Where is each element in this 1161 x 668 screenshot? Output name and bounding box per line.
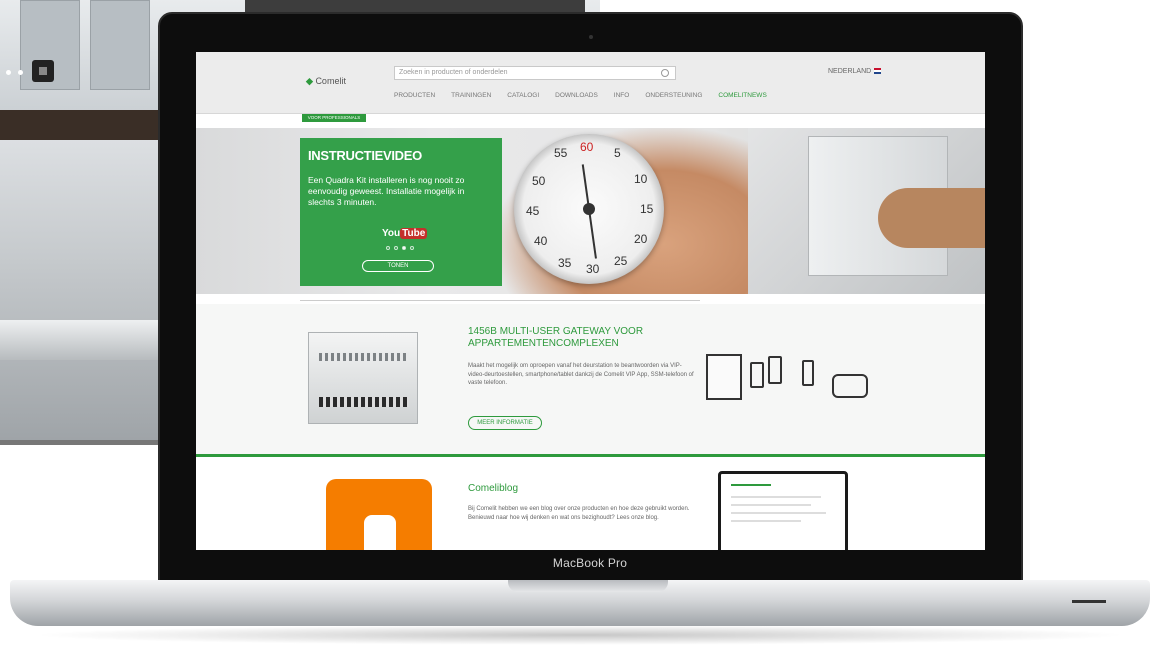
- blogger-glyph: [364, 515, 396, 550]
- stopwatch-image: 55 60 5 50 10 45 15 40 20 35 30 25: [514, 134, 664, 284]
- blog-screenshot-line: [731, 520, 801, 522]
- stopwatch-number: 10: [634, 172, 648, 186]
- hero-title: INSTRUCTIEVIDEO: [308, 148, 422, 163]
- gateway-product-image: [308, 332, 418, 424]
- thumb-photo: [878, 188, 985, 248]
- product-title: 1456B MULTI-USER GATEWAY VOOR APPARTEMEN…: [468, 326, 644, 349]
- blog-screenshot-line: [731, 484, 771, 486]
- stopwatch-number: 20: [634, 232, 648, 246]
- nav-item-info[interactable]: INFO: [614, 92, 630, 99]
- gateway-connectors: [319, 397, 409, 407]
- hero-text: Een Quadra Kit installeren is nog nooit …: [308, 175, 465, 207]
- intercom-photo: [748, 128, 985, 294]
- stopwatch-number: 5: [614, 146, 621, 160]
- youtube-tube-text: Tube: [400, 228, 428, 239]
- professionals-tab[interactable]: VOOR PROFESSIONALS: [302, 114, 366, 122]
- search-placeholder: Zoeken in producten of onderdelen: [399, 69, 508, 76]
- stopwatch-number: 60: [580, 140, 594, 154]
- carousel-dot-active[interactable]: [402, 246, 406, 250]
- tablet-icon: [750, 362, 764, 388]
- smartphone-icon: [768, 356, 782, 384]
- device-slot: [0, 320, 170, 360]
- product-showcase: MacBook Pro ◆ Comelit Zoeken in producte…: [0, 0, 1161, 668]
- nav-item-downloads[interactable]: DOWNLOADS: [555, 92, 598, 99]
- flag-icon: [874, 68, 882, 75]
- divider: [300, 300, 700, 301]
- nav-item-catalogi[interactable]: CATALOGI: [507, 92, 539, 99]
- nav-item-comelitnews[interactable]: COMELITNEWS: [718, 92, 766, 99]
- main-nav: PRODUCTEN TRAININGEN CATALOGI DOWNLOADS …: [394, 92, 767, 99]
- blog-section: Comeliblog Bij Comelit hebben we een blo…: [196, 457, 985, 550]
- stopwatch-number: 50: [532, 174, 546, 188]
- laptop-shadow: [30, 625, 1130, 645]
- stopwatch-number: 25: [614, 254, 628, 268]
- site-logo[interactable]: ◆ Comelit: [306, 76, 346, 87]
- stopwatch-number: 55: [554, 146, 568, 160]
- laptop-brand-label: MacBook Pro: [552, 556, 628, 570]
- search-input[interactable]: Zoeken in producten of onderdelen: [394, 66, 676, 80]
- background-switch: [32, 60, 54, 82]
- desk-phone-icon: [832, 374, 868, 398]
- youtube-you-text: You: [382, 228, 401, 239]
- stopwatch-number: 35: [558, 256, 572, 270]
- device-lip: [0, 440, 170, 445]
- mobile-phone-icon: [802, 360, 814, 386]
- blog-text-line: Bij Comelit hebben we een blog over onze…: [468, 506, 690, 512]
- logo-text: Comelit: [315, 76, 346, 86]
- stopwatch-number: 15: [640, 202, 654, 216]
- nav-item-trainingen[interactable]: TRAININGEN: [451, 92, 491, 99]
- hero-banner: 55 60 5 50 10 45 15 40 20 35 30 25 INSTR…: [196, 128, 985, 294]
- carousel-dot[interactable]: [386, 246, 390, 250]
- language-selector[interactable]: NEDERLAND: [828, 68, 882, 75]
- carousel-dot[interactable]: [394, 246, 398, 250]
- monitor-icon: [706, 354, 742, 400]
- blog-screenshot-line: [731, 504, 811, 506]
- laptop-indicator: [1072, 600, 1106, 603]
- youtube-logo: You Tube: [382, 228, 428, 239]
- nav-item-producten[interactable]: PRODUCTEN: [394, 92, 435, 99]
- search-icon[interactable]: [661, 69, 669, 77]
- camera-icon: [589, 35, 593, 39]
- wall-panel: [90, 0, 150, 90]
- blog-description: Bij Comelit hebben we een blog over onze…: [468, 505, 698, 523]
- blog-text-line: Benieuwd naar hoe wij denken en wat ons …: [468, 515, 659, 521]
- laptop-screen: ◆ Comelit Zoeken in producten of onderde…: [196, 52, 985, 550]
- carousel-dots: [386, 246, 414, 250]
- show-video-button[interactable]: TONEN: [362, 260, 434, 272]
- nav-item-ondersteuning[interactable]: ONDERSTEUNING: [645, 92, 702, 99]
- blog-screenshot-line: [731, 496, 821, 498]
- stopwatch-hub: [583, 203, 595, 215]
- language-label: NEDERLAND: [828, 68, 872, 75]
- background-device: [0, 140, 170, 445]
- product-description: Maakt het mogelijk om oproepen vanaf het…: [468, 363, 694, 386]
- product-section: 1456B MULTI-USER GATEWAY VOOR APPARTEMEN…: [196, 304, 985, 454]
- logo-mark-icon: ◆: [306, 76, 313, 86]
- blog-screenshot: [718, 471, 848, 550]
- carousel-dot[interactable]: [410, 246, 414, 250]
- laptop-notch: [508, 580, 668, 592]
- stopwatch-number: 40: [534, 234, 548, 248]
- hero-card: INSTRUCTIEVIDEO Een Quadra Kit installer…: [300, 138, 502, 286]
- stopwatch-number: 30: [586, 262, 600, 276]
- background-wood-strip: [0, 110, 170, 140]
- stopwatch-number: 45: [526, 204, 540, 218]
- blog-title[interactable]: Comeliblog: [468, 483, 518, 494]
- gateway-terminals: [319, 353, 409, 361]
- site-header: ◆ Comelit Zoeken in producten of onderde…: [196, 52, 985, 114]
- background-light: [18, 70, 23, 75]
- background-light: [6, 70, 11, 75]
- devices-illustration: [706, 344, 876, 414]
- blog-screenshot-line: [731, 512, 826, 514]
- more-info-button[interactable]: MEER INFORMATIE: [468, 416, 542, 430]
- blogger-icon[interactable]: [326, 479, 432, 550]
